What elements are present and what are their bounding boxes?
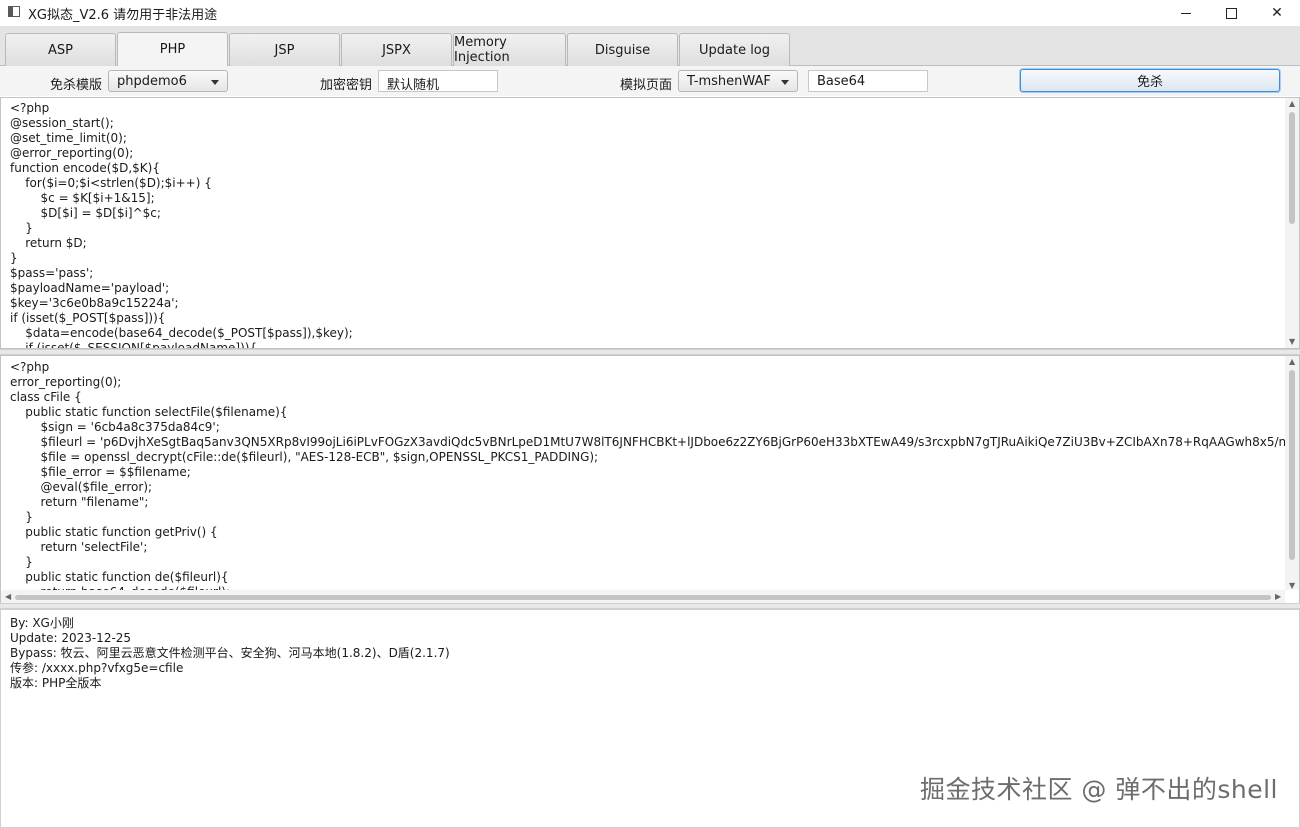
tab-asp[interactable]: ASP <box>5 33 116 66</box>
scroll-left-icon[interactable]: ◀ <box>5 593 11 601</box>
output-vertical-scrollbar[interactable]: ▲ ▼ <box>1285 356 1299 590</box>
tab-update-log[interactable]: Update log <box>679 33 790 66</box>
output-code-area[interactable]: <?php error_reporting(0); class cFile { … <box>0 355 1300 605</box>
close-button[interactable]: ✕ <box>1254 0 1300 26</box>
scroll-thumb[interactable] <box>1289 370 1295 560</box>
minimize-icon <box>1181 12 1191 14</box>
template-label: 免杀模版 <box>50 78 103 93</box>
chevron-down-icon <box>211 80 219 85</box>
tab-jspx[interactable]: JSPX <box>341 33 452 66</box>
close-icon: ✕ <box>1271 5 1283 21</box>
template-select-value: phpdemo6 <box>117 74 187 89</box>
chevron-down-icon <box>781 80 789 85</box>
source-code-text: <?php @session_start(); @set_time_limit(… <box>10 101 353 349</box>
options-toolbar: 免杀模版 phpdemo6 加密密钥 默认随机 模拟页面 T-mshenWAF … <box>0 66 1300 96</box>
scroll-thumb[interactable] <box>15 595 1271 600</box>
output-horizontal-scrollbar[interactable]: ◀ ▶ <box>1 590 1285 604</box>
tab-bar: ASP PHP JSP JSPX Memory Injection Disgui… <box>0 26 1300 66</box>
tab-memory-injection[interactable]: Memory Injection <box>453 33 566 66</box>
scroll-up-icon[interactable]: ▲ <box>1289 100 1295 108</box>
info-text: By: XG小刚 Update: 2023-12-25 Bypass: 牧云、阿… <box>10 616 450 690</box>
source-vertical-scrollbar[interactable]: ▲ ▼ <box>1285 98 1299 348</box>
tab-php[interactable]: PHP <box>117 32 228 66</box>
template-select[interactable]: phpdemo6 <box>108 70 228 92</box>
scroll-thumb[interactable] <box>1289 112 1295 224</box>
watermark: 掘金技术社区 @ 弹不出的shell <box>919 775 1278 804</box>
page-select[interactable]: T-mshenWAF <box>678 70 798 92</box>
window-title: XG拟态_V2.6 请勿用于非法用途 <box>28 8 218 23</box>
key-label: 加密密钥 <box>320 78 373 93</box>
encode-input[interactable]: Base64 <box>808 70 928 92</box>
page-label: 模拟页面 <box>620 78 673 93</box>
scroll-up-icon[interactable]: ▲ <box>1289 358 1295 366</box>
title-bar: XG拟态_V2.6 请勿用于非法用途 ✕ <box>0 0 1300 26</box>
generate-button[interactable]: 免杀 <box>1020 69 1280 92</box>
source-code-area[interactable]: <?php @session_start(); @set_time_limit(… <box>0 97 1300 349</box>
scroll-right-icon[interactable]: ▶ <box>1275 593 1281 601</box>
tab-disguise[interactable]: Disguise <box>567 33 678 66</box>
scroll-down-icon[interactable]: ▼ <box>1289 582 1295 590</box>
tab-jsp[interactable]: JSP <box>229 33 340 66</box>
key-input[interactable]: 默认随机 <box>378 70 498 93</box>
minimize-button[interactable] <box>1163 0 1209 26</box>
maximize-icon <box>1225 7 1237 19</box>
output-code-text: <?php error_reporting(0); class cFile { … <box>10 360 1300 599</box>
page-select-value: T-mshenWAF <box>687 74 771 89</box>
scroll-down-icon[interactable]: ▼ <box>1289 338 1295 346</box>
maximize-button[interactable] <box>1208 0 1254 26</box>
app-icon <box>8 6 20 17</box>
